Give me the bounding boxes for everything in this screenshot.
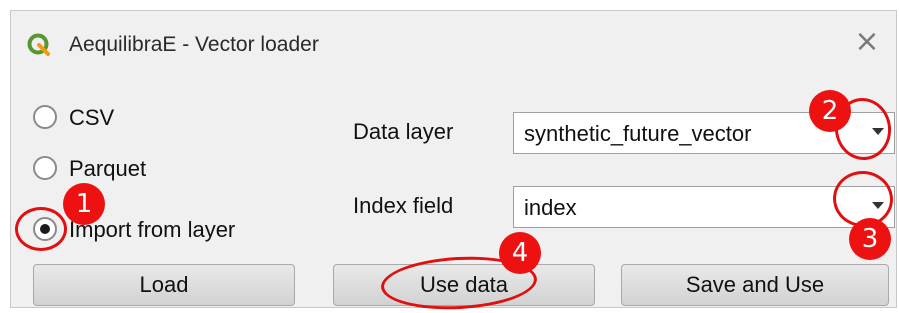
load-button[interactable]: Load xyxy=(33,264,295,306)
data-layer-label: Data layer xyxy=(353,119,454,144)
window-title: AequilibraE - Vector loader xyxy=(69,33,319,56)
radio-label-csv: CSV xyxy=(69,105,115,130)
csv-radio[interactable] xyxy=(33,105,57,129)
radio-label-parquet: Parquet xyxy=(69,156,147,181)
parquet-radio[interactable] xyxy=(33,156,57,180)
index-field-value: index xyxy=(524,195,577,220)
callout-badge-2: 2 xyxy=(809,90,851,132)
vector-loader-dialog: AequilibraE - Vector loader × CSV Parque… xyxy=(10,10,897,313)
close-button[interactable]: × xyxy=(852,27,882,57)
qgis-icon xyxy=(27,33,50,56)
callout-badge-3: 3 xyxy=(849,218,891,260)
save-and-use-button[interactable]: Save and Use xyxy=(621,264,889,306)
title-bar: AequilibraE - Vector loader × xyxy=(11,11,896,73)
annotation-ring-1 xyxy=(15,207,67,251)
index-field-label: Index field xyxy=(353,193,454,218)
data-layer-value: synthetic_future_vector xyxy=(524,121,752,146)
callout-badge-4: 4 xyxy=(499,232,541,274)
callout-badge-1: 1 xyxy=(63,183,105,225)
